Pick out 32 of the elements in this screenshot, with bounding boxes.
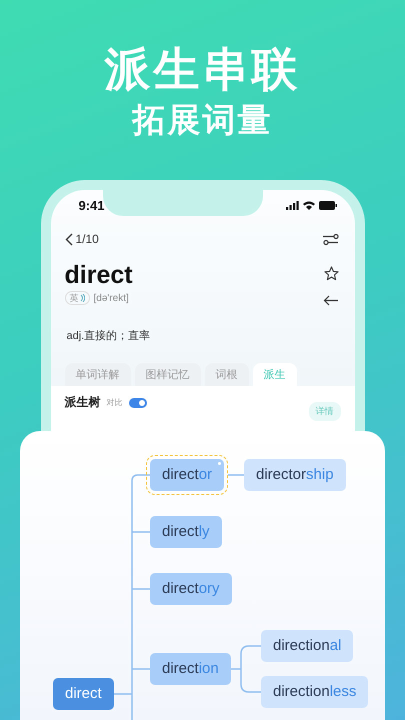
word-node[interactable]: directionless	[261, 676, 368, 708]
headline-title: 派生串联	[104, 42, 300, 96]
panel-title: 派生树	[64, 394, 100, 411]
battery-icon	[318, 200, 336, 210]
compare-toggle[interactable]	[128, 398, 146, 408]
word-node[interactable]: director	[150, 459, 224, 492]
word-node[interactable]: directorship	[244, 459, 346, 492]
word-node[interactable]: directional	[261, 630, 354, 662]
word-node[interactable]: direction	[150, 653, 231, 686]
compare-label: 对比	[106, 397, 122, 408]
connector-line	[132, 531, 150, 533]
connector-line	[132, 588, 150, 590]
back-icon[interactable]	[64, 232, 72, 246]
headline-subtitle: 拓展词量	[132, 100, 272, 140]
status-time: 9:41	[78, 198, 105, 212]
wifi-icon	[302, 200, 314, 210]
definition-text: adj.直接的；直率	[66, 328, 152, 343]
connector-line	[230, 645, 262, 693]
phonetic-text: [də'rekt]	[94, 292, 129, 304]
connector-line	[228, 474, 244, 476]
word-node[interactable]: directly	[150, 516, 222, 548]
headword: direct	[64, 260, 133, 290]
word-node[interactable]: directory	[150, 573, 232, 606]
signal-icon	[286, 200, 298, 210]
connector-line	[138, 474, 150, 476]
settings-icon[interactable]	[322, 232, 338, 246]
star-icon[interactable]	[324, 266, 338, 281]
connector-line	[132, 668, 150, 670]
page-counter: 1/10	[76, 232, 99, 246]
speaker-icon	[80, 294, 84, 302]
connector-line	[114, 693, 132, 695]
left-arrow-icon[interactable]	[322, 295, 338, 306]
